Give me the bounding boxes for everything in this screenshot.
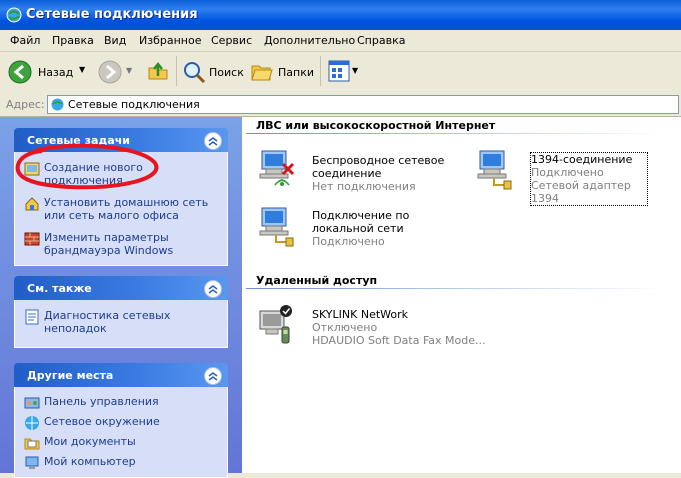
wireless-connection-status: Нет подключения [312,180,416,193]
my-documents-link[interactable]: Мои документы [24,435,219,451]
other-places-body: Панель управления Сетевое окружение Мои … [14,387,228,478]
other-places-panel: Другие места Панель управления Сетевое о… [14,363,228,478]
connections-list: ЛВС или высокоскоростной Интернет Беспро… [242,117,681,473]
see-also-title: См. также [27,282,92,295]
collapse-icon[interactable] [204,280,222,298]
my-computer-link[interactable]: Мой компьютер [24,455,219,471]
section-divider [246,133,666,134]
menu-advanced[interactable]: Дополнительно [264,34,355,47]
section-divider [246,288,666,289]
local-connection-name: Подключение по локальной сети [312,209,410,235]
lan-adapter-icon [259,207,294,247]
diagnostics-link[interactable]: Диагностика сетевых неполадок [24,309,219,335]
firewire-adapter-icon [477,150,512,190]
control-panel-link[interactable]: Панель управления [24,395,219,411]
forward-arrow-icon[interactable] [98,60,122,84]
menu-favorites[interactable]: Избранное [139,34,201,47]
see-also-panel: См. также Диагностика сетевых неполадок [14,276,228,348]
menu-file[interactable]: Файл [10,34,40,47]
remote-section-title: Удаленный доступ [256,274,378,287]
views-icon [328,60,350,82]
menu-bar: Файл Правка Вид Избранное Сервис Дополни… [0,30,681,52]
firewire-connection-name: 1394-соединение [531,153,633,166]
firewire-connection-item[interactable]: 1394-соединение Подключено Сетевой адапт… [474,147,674,206]
toolbar-separator [176,56,177,86]
chevron-down-icon[interactable]: ▼ [79,65,85,74]
collapse-icon[interactable] [204,132,222,150]
address-field[interactable]: Сетевые подключения [47,95,679,114]
local-connection-status: Подключено [312,235,385,248]
up-folder-icon[interactable] [146,59,170,83]
other-places-title: Другие места [27,369,114,382]
firewire-connection-details: 1394-соединение Подключено Сетевой адапт… [530,152,648,206]
my-documents-icon [24,438,40,450]
toolbar: Назад ▼ ▼ Поиск Папки ▼ [0,52,681,93]
folders-label: Папки [278,66,314,79]
address-value: Сетевые подключения [68,98,200,111]
annotation-circle [15,143,159,190]
local-connection-item[interactable]: Подключение по локальной сети Подключено [256,204,456,254]
wireless-adapter-icon [259,150,295,186]
other-places-header[interactable]: Другие места [14,363,228,387]
address-bar: Адрес: Сетевые подключения [0,92,681,117]
setup-home-network-link[interactable]: Установить домашнюю сеть или сеть малого… [24,196,219,222]
back-label: Назад [38,66,74,79]
modem-connection-icon [259,305,292,344]
back-button[interactable]: Назад ▼ [8,58,88,86]
wireless-connection-item[interactable]: Беспроводное сетевое соединение Нет подк… [256,147,456,197]
dialup-connection-name: SKYLINK NetWork [312,308,408,321]
firewall-settings-link[interactable]: Изменить параметры брандмауэра Windows [24,231,219,257]
help-diagnostics-icon [25,309,39,325]
dialup-connection-item[interactable]: SKYLINK NetWork Отключено HDAUDIO Soft D… [256,303,485,353]
search-label: Поиск [209,66,244,79]
network-connections-icon [6,7,22,23]
folders-button[interactable]: Папки [250,58,316,86]
back-arrow-icon [8,60,32,84]
home-network-icon [25,197,39,211]
search-button[interactable]: Поиск [182,58,244,86]
network-places-icon [25,416,39,430]
toolbar-separator-2 [320,56,321,86]
dialup-connection-device: HDAUDIO Soft Data Fax Mode... [312,334,486,347]
menu-view[interactable]: Вид [104,34,126,47]
views-dropdown-icon: ▼ [352,66,359,75]
wireless-connection-name: Беспроводное сетевое соединение [312,154,445,180]
menu-tools[interactable]: Сервис [211,34,252,47]
window-title: Сетевые подключения [26,7,198,22]
firewall-icon [24,232,40,246]
control-panel-icon [24,397,40,409]
search-icon [184,62,206,84]
dialup-connection-status: Отключено [312,321,378,334]
network-connections-icon [51,98,64,111]
views-button[interactable]: ▼ [328,60,360,84]
firewire-connection-device: Сетевой адаптер 1394 [531,179,631,205]
forward-dropdown-icon[interactable]: ▼ [126,66,132,75]
menu-help[interactable]: Справка [357,34,405,47]
see-also-header[interactable]: См. также [14,276,228,300]
firewire-connection-status: Подключено [531,166,604,179]
menu-edit[interactable]: Правка [52,34,94,47]
collapse-icon[interactable] [204,367,222,385]
task-pane: Сетевые задачи Создание нового подключен… [0,117,242,478]
folders-icon [251,65,273,81]
title-bar: Сетевые подключения [0,0,681,30]
network-places-link[interactable]: Сетевое окружение [24,415,219,431]
address-label: Адрес: [6,98,45,111]
see-also-body: Диагностика сетевых неполадок [14,300,228,348]
lan-section-title: ЛВС или высокоскоростной Интернет [256,119,496,132]
my-computer-icon [25,456,39,469]
